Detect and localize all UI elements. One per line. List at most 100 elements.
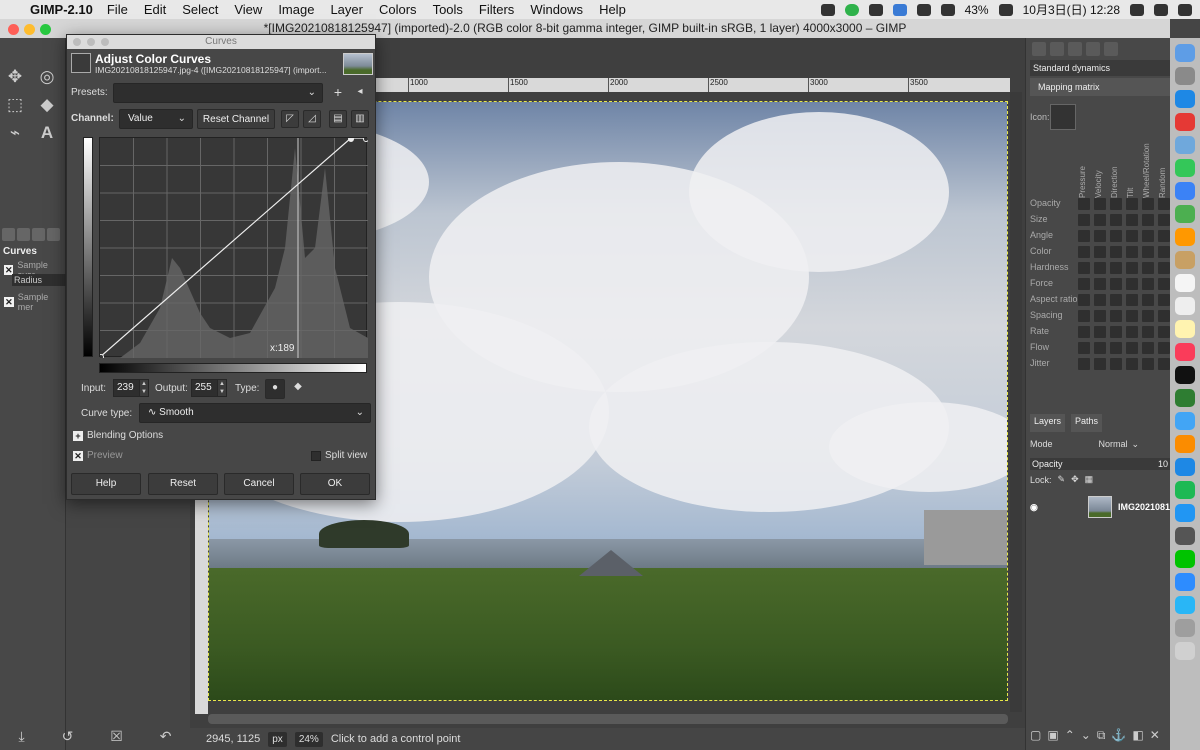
preview-icon[interactable] (1175, 136, 1195, 154)
layer-list-item[interactable]: ◉ IMG2021081 (1030, 494, 1170, 520)
ellipse-select-tool-icon[interactable]: ◎ (36, 66, 58, 88)
line-tray-icon[interactable] (844, 3, 859, 16)
text-tool-icon[interactable]: A (36, 122, 58, 144)
matrix-cell[interactable] (1110, 358, 1122, 370)
matrix-cell[interactable] (1126, 278, 1138, 290)
maps-icon[interactable] (1175, 205, 1195, 223)
channel-select[interactable]: Value ⌄ (119, 109, 193, 129)
dialog-titlebar[interactable]: Curves (67, 35, 375, 49)
eye-icon[interactable]: ◉ (1030, 502, 1038, 513)
matrix-cell[interactable] (1094, 214, 1106, 226)
layer-name[interactable]: IMG2021081 (1118, 502, 1170, 512)
preset-menu-icon[interactable]: ◂ (351, 84, 369, 102)
spotify-icon[interactable] (1175, 481, 1195, 499)
move-tool-icon[interactable]: ✥ (4, 66, 26, 88)
mode-select[interactable]: Normal (1099, 439, 1128, 449)
presets-select[interactable]: ⌄ (113, 83, 323, 103)
preview-checkbox[interactable]: ✕ Preview (73, 450, 123, 461)
wifi-icon[interactable] (916, 3, 931, 16)
output-stepper[interactable]: ▲ ▼ (217, 379, 227, 397)
control-point[interactable] (363, 136, 369, 142)
pages-icon[interactable] (1175, 435, 1195, 453)
layer-opacity-slider[interactable]: Opacity 10 (1030, 458, 1170, 470)
reset-channel-button[interactable]: Reset Channel (197, 109, 275, 129)
anchor-layer-icon[interactable]: ⚓ (1111, 728, 1126, 743)
matrix-cell[interactable] (1094, 294, 1106, 306)
fonts-tab-icon[interactable] (1032, 42, 1046, 56)
music-icon[interactable] (1175, 343, 1195, 361)
bluetooth-icon[interactable] (868, 3, 883, 16)
messages-icon[interactable] (1175, 182, 1195, 200)
matrix-cell[interactable] (1078, 294, 1090, 306)
matrix-cell[interactable] (1078, 198, 1090, 210)
tab-layers[interactable]: Layers (1030, 414, 1066, 432)
matrix-cell[interactable] (1110, 294, 1122, 306)
zoom-window-icon[interactable] (40, 24, 51, 35)
contacts-icon[interactable] (1175, 251, 1195, 269)
volume-icon[interactable] (940, 3, 955, 16)
matrix-cell[interactable] (1110, 278, 1122, 290)
menu-colors[interactable]: Colors (379, 2, 417, 17)
new-group-icon[interactable]: ▣ (1047, 728, 1058, 743)
matrix-cell[interactable] (1078, 262, 1090, 274)
brush-tab-icon[interactable] (1068, 42, 1082, 56)
input-stepper[interactable]: ▲ ▼ (139, 379, 149, 397)
calendar-icon[interactable] (1175, 274, 1195, 292)
matrix-cell[interactable] (1110, 310, 1122, 322)
minimize-window-icon[interactable] (24, 24, 35, 35)
output-spinbox[interactable]: 255 (191, 379, 219, 397)
matrix-cell[interactable] (1094, 246, 1106, 258)
unit-select[interactable]: px (268, 731, 287, 747)
matrix-cell[interactable] (1158, 310, 1170, 322)
chevron-down-icon[interactable]: ⌄ (1132, 439, 1140, 450)
menu-view[interactable]: View (234, 2, 262, 17)
matrix-cell[interactable] (1078, 214, 1090, 226)
chrome-icon[interactable] (1175, 113, 1195, 131)
control-center-icon[interactable] (1178, 3, 1192, 16)
control-point[interactable] (348, 136, 354, 142)
matrix-cell[interactable] (1078, 278, 1090, 290)
matrix-cell[interactable] (1126, 342, 1138, 354)
matrix-cell[interactable] (1110, 262, 1122, 274)
pattern-tab-icon[interactable] (1086, 42, 1100, 56)
zoom-icon[interactable] (1175, 573, 1195, 591)
help-button[interactable]: Help (71, 473, 141, 495)
document-tab-icon[interactable] (1050, 42, 1064, 56)
matrix-cell[interactable] (1094, 198, 1106, 210)
input-method-icon[interactable] (892, 3, 907, 16)
blending-options-expander[interactable]: + Blending Options (73, 430, 163, 441)
matrix-cell[interactable] (1110, 326, 1122, 338)
reminders-icon[interactable] (1175, 297, 1195, 315)
mapping-matrix-tab[interactable]: Mapping matrix (1030, 78, 1170, 96)
matrix-cell[interactable] (1158, 214, 1170, 226)
launchpad-icon[interactable] (1175, 67, 1195, 85)
matrix-cell[interactable] (1078, 358, 1090, 370)
matrix-cell[interactable] (1078, 230, 1090, 242)
matrix-cell[interactable] (1158, 342, 1170, 354)
lock-position-icon[interactable]: ✥ (1071, 474, 1079, 485)
matrix-cell[interactable] (1078, 326, 1090, 338)
matrix-cell[interactable] (1110, 198, 1122, 210)
safari-icon[interactable] (1175, 90, 1195, 108)
matrix-cell[interactable] (1126, 262, 1138, 274)
matrix-cell[interactable] (1126, 198, 1138, 210)
menu-select[interactable]: Select (182, 2, 218, 17)
radius-field[interactable]: Radius (12, 274, 66, 286)
horizontal-scrollbar[interactable] (208, 714, 1008, 724)
matrix-cell[interactable] (1110, 246, 1122, 258)
matrix-cell[interactable] (1126, 294, 1138, 306)
matrix-cell[interactable] (1142, 214, 1154, 226)
matrix-cell[interactable] (1126, 358, 1138, 370)
notes-icon[interactable] (1175, 320, 1195, 338)
dynamics-icon-button[interactable] (1050, 104, 1076, 130)
matrix-cell[interactable] (1094, 278, 1106, 290)
matrix-cell[interactable] (1126, 230, 1138, 242)
cancel-button[interactable]: Cancel (224, 473, 294, 495)
matrix-cell[interactable] (1078, 310, 1090, 322)
control-point[interactable] (98, 354, 104, 360)
mask-layer-icon[interactable]: ◧ (1132, 728, 1143, 743)
matrix-cell[interactable] (1110, 230, 1122, 242)
matrix-cell[interactable] (1126, 246, 1138, 258)
matrix-cell[interactable] (1078, 342, 1090, 354)
matrix-cell[interactable] (1142, 230, 1154, 242)
